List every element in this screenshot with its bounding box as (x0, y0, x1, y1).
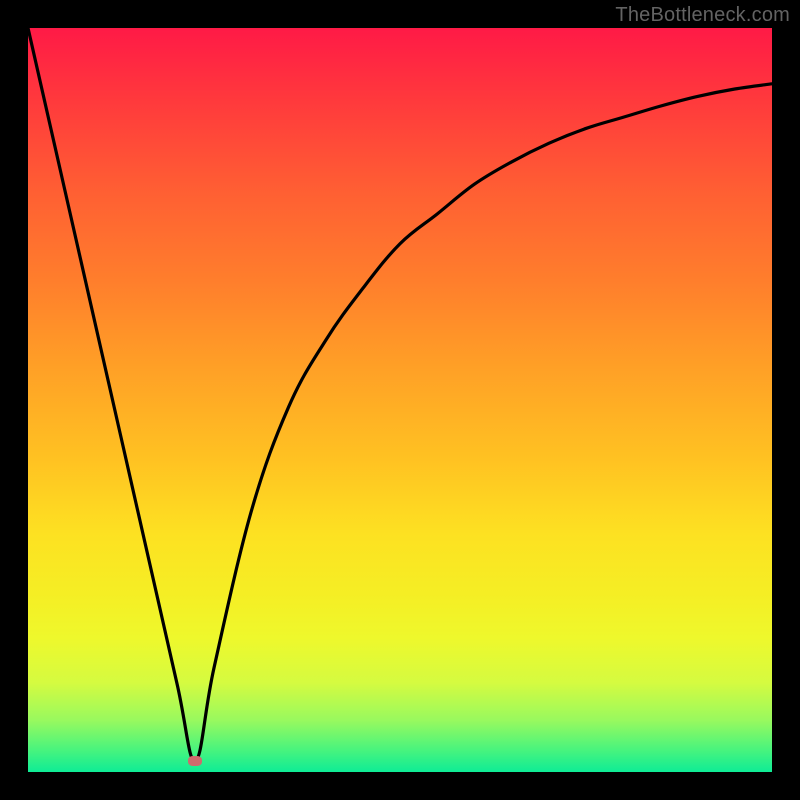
minimum-marker (188, 756, 202, 766)
chart-frame: TheBottleneck.com (0, 0, 800, 800)
bottleneck-curve (28, 28, 772, 772)
plot-area (28, 28, 772, 772)
attribution-watermark: TheBottleneck.com (615, 4, 790, 27)
